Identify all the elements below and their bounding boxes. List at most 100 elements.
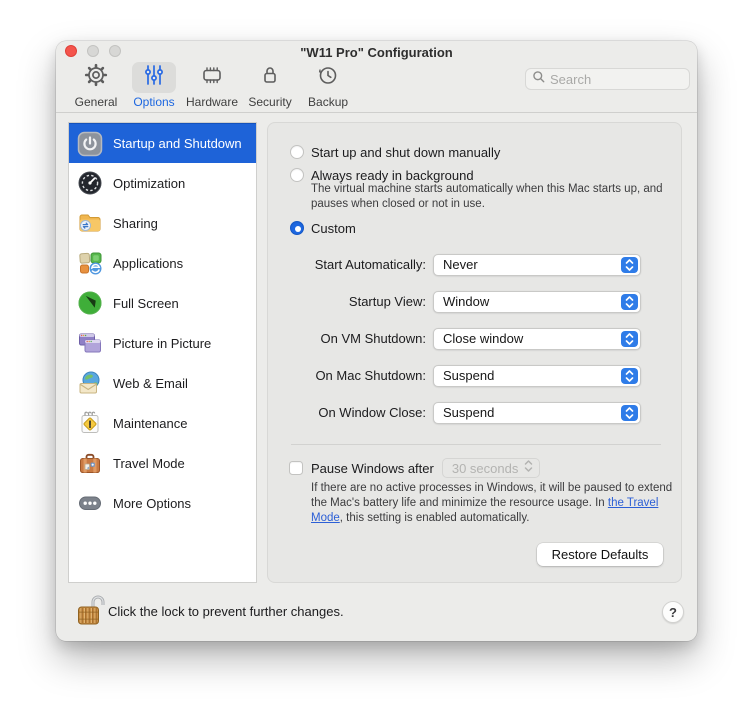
- gear-icon: [84, 63, 108, 92]
- radio-label: Always ready in background: [311, 168, 474, 183]
- pause-description: If there are no active processes in Wind…: [311, 481, 673, 526]
- calendar-warning-icon: [77, 410, 103, 436]
- dropdown-value: Never: [443, 255, 478, 275]
- sidebar-item-label: Picture in Picture: [113, 336, 211, 351]
- dropdown-label: On Window Close:: [276, 402, 426, 424]
- on-window-close-dropdown[interactable]: Suspend: [433, 402, 641, 424]
- sidebar-item-startup-and-shutdown[interactable]: Startup and Shutdown: [69, 123, 256, 163]
- search-icon: [532, 70, 546, 89]
- sidebar-item-applications[interactable]: Applications: [69, 243, 256, 283]
- suitcase-icon: [77, 450, 103, 476]
- apps-icon: [77, 250, 103, 276]
- always-ready-description: The virtual machine starts automatically…: [311, 182, 667, 212]
- stepper-chevrons-icon: [621, 257, 638, 273]
- stepper-chevrons-disabled-icon: [524, 459, 533, 477]
- time-machine-icon: [316, 63, 340, 92]
- pause-duration-value: 30 seconds: [452, 461, 519, 476]
- sidebar: Startup and Shutdown Optimization: [68, 122, 257, 583]
- sidebar-item-travel-mode[interactable]: Travel Mode: [69, 443, 256, 483]
- globe-envelope-icon: [77, 370, 103, 396]
- sidebar-item-full-screen[interactable]: Full Screen: [69, 283, 256, 323]
- sidebar-item-label: Sharing: [113, 216, 158, 231]
- pip-windows-icon: [77, 330, 103, 356]
- start-automatically-dropdown[interactable]: Never: [433, 254, 641, 276]
- sidebar-item-label: Web & Email: [113, 376, 188, 391]
- stepper-chevrons-icon: [621, 368, 638, 384]
- options-panel: Start up and shut down manually Always r…: [267, 122, 682, 583]
- sidebar-item-maintenance[interactable]: Maintenance: [69, 403, 256, 443]
- on-mac-shutdown-dropdown[interactable]: Suspend: [433, 365, 641, 387]
- pause-duration-dropdown-disabled: 30 seconds: [442, 458, 541, 478]
- radio-label: Start up and shut down manually: [311, 145, 500, 160]
- restore-defaults-button[interactable]: Restore Defaults: [537, 543, 663, 566]
- window-title: "W11 Pro" Configuration: [56, 45, 697, 60]
- chip-icon: [199, 63, 225, 92]
- fullscreen-icon: [77, 290, 103, 316]
- toolbar-tab-general[interactable]: General: [70, 62, 122, 109]
- radio-always-ready[interactable]: Always ready in background: [290, 167, 474, 183]
- sidebar-item-label: Maintenance: [113, 416, 187, 431]
- dropdown-label: Start Automatically:: [276, 254, 426, 276]
- dropdown-row-on-vm-shutdown: On VM Shutdown: Close window: [268, 328, 681, 350]
- dropdown-label: On VM Shutdown:: [276, 328, 426, 350]
- toolbar-tab-options[interactable]: Options: [128, 62, 180, 109]
- toolbar-tab-label: Options: [133, 95, 174, 109]
- configuration-window: "W11 Pro" Configuration General: [56, 41, 697, 641]
- sidebar-item-label: Full Screen: [113, 296, 179, 311]
- stepper-chevrons-icon: [621, 331, 638, 347]
- radio-startup-manually[interactable]: Start up and shut down manually: [290, 144, 500, 160]
- sidebar-item-optimization[interactable]: Optimization: [69, 163, 256, 203]
- help-button[interactable]: ?: [662, 601, 684, 623]
- toolbar-tab-label: General: [75, 95, 118, 109]
- dropdown-value: Suspend: [443, 403, 494, 423]
- unlocked-padlock-icon[interactable]: [76, 592, 108, 630]
- radio-circle-selected[interactable]: [290, 221, 304, 235]
- toolbar: General Options: [70, 62, 354, 109]
- toolbar-tab-label: Hardware: [186, 95, 238, 109]
- dropdown-value: Suspend: [443, 366, 494, 386]
- shared-folder-icon: [77, 210, 103, 236]
- startup-view-dropdown[interactable]: Window: [433, 291, 641, 313]
- dropdown-label: Startup View:: [276, 291, 426, 313]
- sidebar-item-label: Optimization: [113, 176, 185, 191]
- sidebar-item-label: Applications: [113, 256, 183, 271]
- toolbar-tab-label: Security: [248, 95, 291, 109]
- toolbar-tab-hardware[interactable]: Hardware: [186, 62, 238, 109]
- sidebar-item-more-options[interactable]: More Options: [69, 483, 256, 523]
- stepper-chevrons-icon: [621, 294, 638, 310]
- sidebar-item-web-and-email[interactable]: Web & Email: [69, 363, 256, 403]
- toolbar-tab-backup[interactable]: Backup: [302, 62, 354, 109]
- dropdown-value: Close window: [443, 329, 523, 349]
- toolbar-tab-label: Backup: [308, 95, 348, 109]
- sidebar-item-label: Startup and Shutdown: [113, 136, 242, 151]
- pause-description-text: , this setting is enabled automatically.: [340, 512, 530, 524]
- ellipsis-icon: [77, 490, 103, 516]
- sidebar-item-sharing[interactable]: Sharing: [69, 203, 256, 243]
- radio-circle[interactable]: [290, 168, 304, 182]
- sidebar-item-label: Travel Mode: [113, 456, 185, 471]
- window-header: "W11 Pro" Configuration General: [56, 41, 697, 113]
- gauge-icon: [77, 170, 103, 196]
- dropdown-value: Window: [443, 292, 489, 312]
- dropdown-row-on-mac-shutdown: On Mac Shutdown: Suspend: [268, 365, 681, 387]
- sidebar-item-label: More Options: [113, 496, 191, 511]
- dropdown-row-on-window-close: On Window Close: Suspend: [268, 402, 681, 424]
- screenshot-stage: "W11 Pro" Configuration General: [0, 0, 752, 717]
- pause-windows-label: Pause Windows after: [311, 461, 434, 476]
- search-input[interactable]: [550, 72, 670, 87]
- dropdown-row-start-automatically: Start Automatically: Never: [268, 254, 681, 276]
- pause-windows-row: Pause Windows after 30 seconds: [289, 457, 540, 479]
- power-icon: [77, 131, 103, 157]
- sidebar-item-picture-in-picture[interactable]: Picture in Picture: [69, 323, 256, 363]
- dropdown-label: On Mac Shutdown:: [276, 365, 426, 387]
- lock-hint-text: Click the lock to prevent further change…: [108, 604, 344, 619]
- search-field[interactable]: [525, 68, 690, 90]
- sliders-icon: [143, 63, 165, 92]
- radio-circle[interactable]: [290, 145, 304, 159]
- toolbar-tab-security[interactable]: Security: [244, 62, 296, 109]
- radio-custom[interactable]: Custom: [290, 220, 356, 236]
- on-vm-shutdown-dropdown[interactable]: Close window: [433, 328, 641, 350]
- radio-label: Custom: [311, 221, 356, 236]
- pause-windows-checkbox[interactable]: [289, 461, 303, 475]
- dropdown-row-startup-view: Startup View: Window: [268, 291, 681, 313]
